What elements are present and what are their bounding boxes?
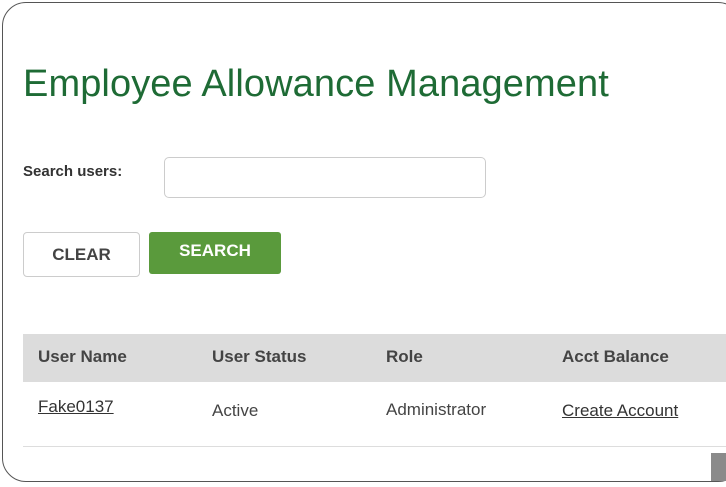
search-input[interactable] [164,157,486,198]
create-account-link[interactable]: Create Account [562,401,678,421]
corner-shade [711,453,726,481]
search-label: Search users: [23,163,123,180]
users-table: User Name User Status Role Acct Balance … [23,334,726,447]
header-acct-balance: Acct Balance [562,347,669,366]
header-user-status: User Status [212,347,307,366]
table-header: User Name User Status Role Acct Balance [23,334,726,382]
table-row: Fake0137 Active Administrator Create Acc… [23,382,726,447]
user-status: Active [212,401,259,420]
header-user-name: User Name [38,347,127,366]
user-role: Administrator [386,400,487,419]
page-title: Employee Allowance Management [23,63,609,105]
user-name-link[interactable]: Fake0137 [38,397,114,417]
header-role: Role [386,347,423,366]
search-button[interactable]: SEARCH [149,232,281,274]
clear-button[interactable]: CLEAR [23,232,140,277]
